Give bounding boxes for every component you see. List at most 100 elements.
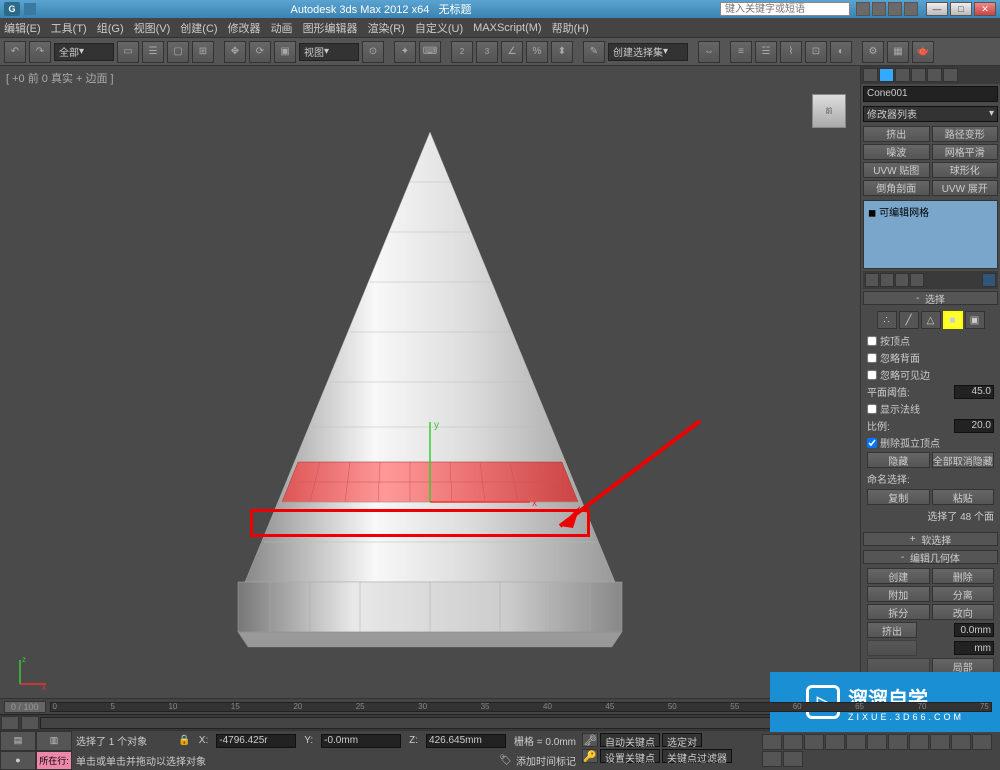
show-normals-check[interactable]: 显示法线	[867, 400, 994, 417]
signin-icon[interactable]	[904, 2, 918, 16]
subobj-face[interactable]: △	[921, 311, 941, 329]
ignore-visible-check[interactable]: 忽略可见边	[867, 366, 994, 383]
play-button[interactable]	[804, 734, 824, 750]
select-name-button[interactable]: ☰	[142, 41, 164, 63]
pivot-button[interactable]: ⊙	[362, 41, 384, 63]
manipulate-button[interactable]: ✦	[394, 41, 416, 63]
menu-tools[interactable]: 工具(T)	[51, 20, 87, 36]
coord-z[interactable]	[426, 734, 506, 748]
pin-stack-icon[interactable]	[865, 273, 879, 287]
delete-iso-check[interactable]: 删除孤立顶点	[867, 434, 994, 451]
next-frame-button[interactable]	[825, 734, 845, 750]
rotate-button[interactable]: ⟳	[249, 41, 271, 63]
mod-bevelprofile-button[interactable]: 倒角剖面	[863, 180, 930, 196]
spinner-snap-button[interactable]: ⬍	[551, 41, 573, 63]
bevel-spinner[interactable]	[954, 641, 994, 655]
viewport-front[interactable]: [ +0 前 0 真实 + 边面 ] 前	[0, 66, 860, 698]
window-crossing-button[interactable]: ⊞	[192, 41, 214, 63]
paste-sel-button[interactable]: 粘贴	[932, 489, 995, 505]
maximize-button[interactable]: □	[950, 2, 972, 16]
subobj-element[interactable]: ▣	[965, 311, 985, 329]
selection-filter-combo[interactable]: 全部 ▾	[54, 43, 114, 61]
auto-key-button[interactable]: 自动关键点	[600, 733, 660, 747]
undo-button[interactable]: ↶	[4, 41, 26, 63]
split-button[interactable]: 拆分	[867, 604, 930, 620]
mod-noise-button[interactable]: 噪波	[863, 144, 930, 160]
display-tab[interactable]	[927, 68, 942, 82]
help-search-input[interactable]	[720, 2, 850, 16]
orbit-button[interactable]	[762, 751, 782, 767]
coord-y[interactable]	[321, 734, 401, 748]
sel-set-combo[interactable]: 选定对	[662, 733, 702, 747]
curve-editor-button[interactable]: ⌇	[780, 41, 802, 63]
menu-view[interactable]: 视图(V)	[134, 20, 171, 36]
unique-icon[interactable]	[895, 273, 909, 287]
extrude-button[interactable]: 挤出	[867, 622, 917, 638]
zoom-all-button[interactable]	[930, 734, 950, 750]
subobj-polygon[interactable]: ■	[943, 311, 963, 329]
motion-tab[interactable]	[911, 68, 926, 82]
render-button[interactable]: 🫖	[912, 41, 934, 63]
key-filters-button[interactable]: 关键点过滤器	[662, 749, 732, 763]
subobj-edge[interactable]: ╱	[899, 311, 919, 329]
track-filter-icon[interactable]	[1, 716, 19, 730]
close-button[interactable]: ✕	[974, 2, 996, 16]
show-end-icon[interactable]	[880, 273, 894, 287]
create-button[interactable]: 创建	[867, 568, 930, 584]
planar-thresh-spinner[interactable]	[954, 385, 994, 399]
viewcube[interactable]: 前	[812, 94, 846, 128]
set-key-button[interactable]: 设置关键点	[600, 749, 660, 763]
ignore-backface-check[interactable]: 忽略背面	[867, 349, 994, 366]
align-button[interactable]: ≡	[730, 41, 752, 63]
render-frame-button[interactable]: ▦	[887, 41, 909, 63]
scale-button[interactable]: ▣	[274, 41, 296, 63]
zoom-extents-button[interactable]	[951, 734, 971, 750]
rollout-soft-selection[interactable]: + 软选择	[863, 532, 998, 546]
by-vertex-check[interactable]: 按顶点	[867, 332, 994, 349]
hide-button[interactable]: 隐藏	[867, 452, 930, 468]
object-name-field[interactable]: Cone001	[863, 86, 998, 102]
listener-button[interactable]: ▥	[36, 731, 72, 751]
coord-x[interactable]	[216, 734, 296, 748]
render-setup-button[interactable]: ⚙	[862, 41, 884, 63]
move-button[interactable]: ✥	[224, 41, 246, 63]
normal-scale-spinner[interactable]	[954, 419, 994, 433]
delete-button[interactable]: 删除	[932, 568, 995, 584]
menu-create[interactable]: 创建(C)	[180, 20, 217, 36]
snap-3d-button[interactable]: 3	[476, 41, 498, 63]
keyboard-button[interactable]: ⌨	[419, 41, 441, 63]
goto-end-button[interactable]	[846, 734, 866, 750]
modifier-stack[interactable]: ◼ 可编辑网格	[863, 200, 998, 269]
stack-editable-mesh[interactable]: ◼ 可编辑网格	[866, 203, 995, 220]
attach-button[interactable]: 附加	[867, 586, 930, 602]
remove-mod-icon[interactable]	[910, 273, 924, 287]
set-key-icon[interactable]: 🔑	[582, 749, 598, 763]
star-icon[interactable]	[872, 2, 886, 16]
mod-pathdeform-button[interactable]: 路径变形	[932, 126, 999, 142]
prev-frame-button[interactable]	[783, 734, 803, 750]
pan-button[interactable]	[888, 734, 908, 750]
mod-spherify-button[interactable]: 球形化	[932, 162, 999, 178]
mod-meshsmooth-button[interactable]: 网格平滑	[932, 144, 999, 160]
menu-animation[interactable]: 动画	[271, 20, 293, 36]
extrude-spinner[interactable]	[954, 623, 994, 637]
mod-uvwunwrap-button[interactable]: UVW 展开	[932, 180, 999, 196]
modify-tab[interactable]	[879, 68, 894, 82]
unhide-all-button[interactable]: 全部取消隐藏	[932, 452, 995, 468]
ref-coord-combo[interactable]: 视图 ▾	[299, 43, 359, 61]
add-time-tag[interactable]: 添加时间标记	[516, 753, 576, 768]
configure-icon[interactable]	[982, 273, 996, 287]
rollout-edit-geometry[interactable]: - 编辑几何体	[863, 550, 998, 564]
menu-graph[interactable]: 图形编辑器	[303, 20, 358, 36]
snap-2d-button[interactable]: 2	[451, 41, 473, 63]
snap-angle-button[interactable]: ∠	[501, 41, 523, 63]
detach-button[interactable]: 分离	[932, 586, 995, 602]
redo-button[interactable]: ↷	[29, 41, 51, 63]
time-slider-thumb[interactable]: 0 / 100	[4, 701, 46, 713]
macro-rec-button[interactable]: ●	[0, 751, 36, 770]
copy-sel-button[interactable]: 复制	[867, 489, 930, 505]
utilities-tab[interactable]	[943, 68, 958, 82]
help-icon[interactable]	[888, 2, 902, 16]
hierarchy-tab[interactable]	[895, 68, 910, 82]
zoom-button[interactable]	[909, 734, 929, 750]
